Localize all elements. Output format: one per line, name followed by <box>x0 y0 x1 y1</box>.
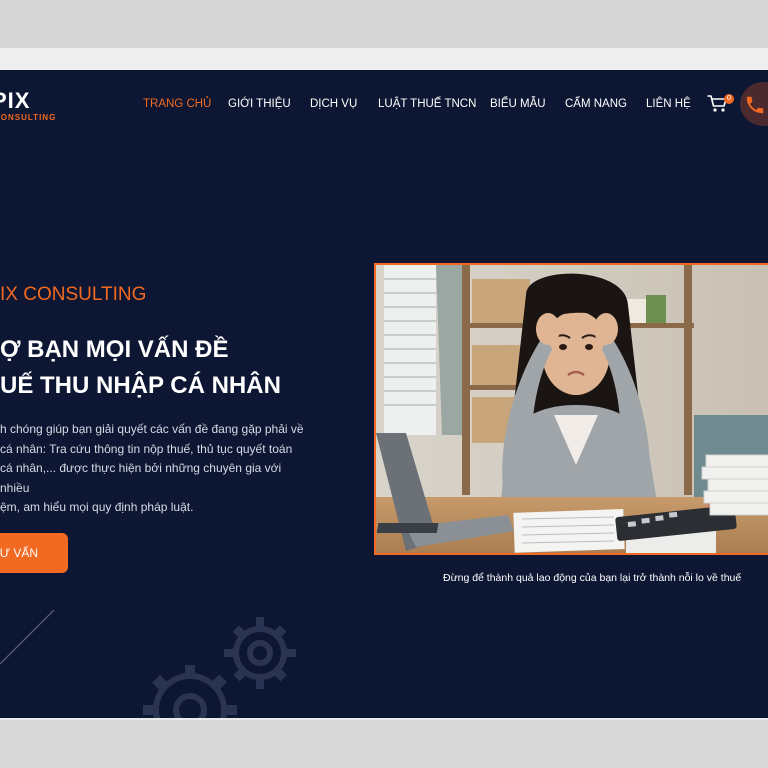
nav-item-tax-law[interactable]: LUẬT THUẾ TNCN <box>378 98 476 110</box>
nav-item-handbook[interactable]: CẨM NANG <box>565 98 627 110</box>
hero-desc-line-4: ệm, am hiểu mọi quy định pháp luật. <box>0 500 194 514</box>
gears-decoration-icon <box>143 617 296 718</box>
decorative-line <box>0 610 55 665</box>
bottom-divider <box>0 718 768 720</box>
nav-item-services[interactable]: DỊCH VỤ <box>310 98 357 110</box>
stressed-woman-illustration <box>376 265 768 553</box>
nav-item-about[interactable]: GIỚI THIỆU <box>228 98 291 110</box>
nav-item-forms[interactable]: BIỂU MẪU <box>490 98 546 110</box>
hero-description: h chóng giúp bạn giải quyết các vấn đề đ… <box>0 420 308 518</box>
browser-bottom-area <box>0 718 768 768</box>
website: PIX CONSULTING TRANG CHỦ GIỚI THIỆU DỊCH… <box>0 70 768 718</box>
logo-text: PIX <box>0 88 31 113</box>
hero-headline-line-2: UẾ THU NHẬP CÁ NHÂN <box>0 372 281 399</box>
cart-badge: 0 <box>724 94 734 104</box>
hero-headline: Ợ BẠN MỌI VẤN ĐỀ UẾ THU NHẬP CÁ NHÂN <box>0 332 281 404</box>
hero-headline-line-1: Ợ BẠN MỌI VẤN ĐỀ <box>0 336 229 363</box>
photo-caption: Đừng để thành quả lao động của bạn lại t… <box>443 572 742 584</box>
hero-desc-line-2: cá nhân: Tra cứu thông tin nộp thuế, thủ… <box>0 441 293 456</box>
browser-gap <box>0 48 768 70</box>
hero-brand-line: IX CONSULTING <box>0 284 147 305</box>
hero-desc-line-3: cá nhân,... được thực hiện bởi những chu… <box>0 461 282 495</box>
phone-icon[interactable] <box>744 94 766 116</box>
browser-top-area <box>0 0 768 48</box>
hero-desc-line-1: h chóng giúp bạn giải quyết các vấn đề đ… <box>0 422 304 436</box>
nav-item-home[interactable]: TRANG CHỦ <box>143 98 211 110</box>
consult-button[interactable]: TƯ VẤN <box>0 533 68 573</box>
logo-subtext: CONSULTING <box>0 113 57 122</box>
hero-photo <box>374 263 768 555</box>
nav-item-contact[interactable]: LIÊN HỆ <box>646 98 691 110</box>
